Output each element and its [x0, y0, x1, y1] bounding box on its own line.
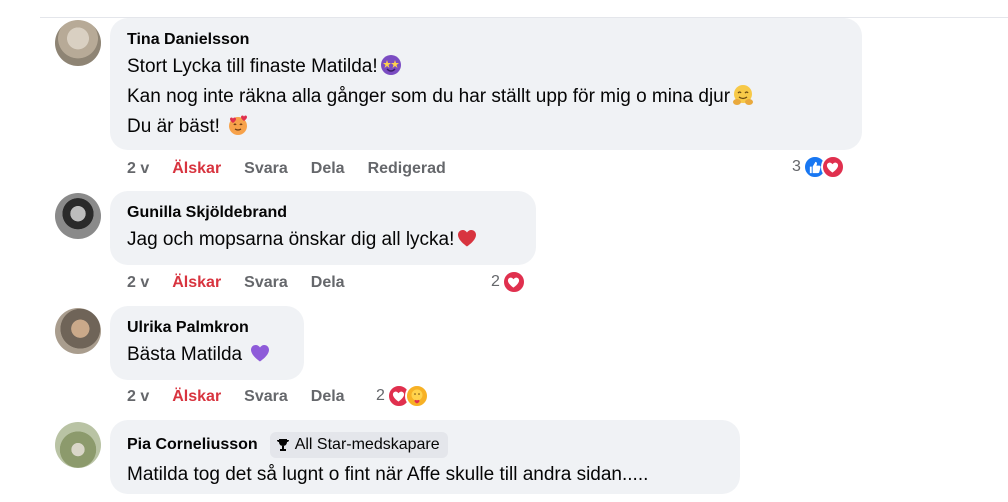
all-star-badge[interactable]: All Star-medskapare	[269, 432, 448, 458]
avatar[interactable]	[55, 193, 101, 239]
star-struck-emoji-icon	[380, 55, 401, 75]
avatar[interactable]	[55, 422, 101, 468]
love-button[interactable]: Älskar	[172, 274, 221, 292]
comment-text: Matilda tog det så lugnt o fint när Affe…	[127, 460, 722, 490]
badge-label: All Star-medskapare	[294, 436, 440, 453]
trophy-icon	[276, 439, 289, 451]
comment-text: Jag och mopsarna önskar dig all lycka!	[127, 225, 518, 255]
reaction-summary[interactable]: 2	[376, 383, 429, 409]
comment-author[interactable]: Tina Danielsson	[127, 30, 249, 50]
share-button[interactable]: Dela	[311, 160, 345, 178]
hugging-face-emoji-icon	[733, 85, 754, 105]
avatar[interactable]	[55, 20, 101, 66]
love-icon	[820, 155, 845, 179]
comment-bubble: Gunilla Skjöldebrand Jag och mopsarna ön…	[110, 191, 536, 265]
reaction-summary[interactable]: 2	[491, 269, 526, 295]
share-button[interactable]: Dela	[311, 388, 345, 406]
comment-bubble: Ulrika Palmkron Bästa Matilda	[110, 306, 304, 380]
love-icon	[501, 270, 526, 294]
timestamp-link[interactable]: 2 v	[127, 274, 149, 292]
timestamp-link[interactable]: 2 v	[127, 160, 149, 178]
reply-button[interactable]: Svara	[244, 160, 288, 178]
comment-line: Kan nog inte räkna alla gånger som du ha…	[127, 86, 731, 107]
comment-author[interactable]: Pia Corneliusson	[127, 435, 258, 455]
timestamp-link[interactable]: 2 v	[127, 388, 149, 406]
reaction-summary[interactable]: 3	[792, 154, 845, 180]
comment-actions: 2 v Älskar Svara Dela Redigerad	[127, 159, 469, 179]
reaction-count: 2	[491, 273, 500, 290]
comment-header: Pia Corneliusson All Star-medskapare	[127, 432, 722, 458]
purple-heart-emoji-icon	[251, 345, 270, 362]
comment-actions: 2 v Älskar Svara Dela	[127, 387, 368, 407]
comment-line: Jag och mopsarna önskar dig all lycka!	[127, 229, 455, 250]
love-button[interactable]: Älskar	[172, 388, 221, 406]
edited-label[interactable]: Redigerad	[368, 160, 446, 178]
love-button[interactable]: Älskar	[172, 160, 221, 178]
comment-text: Stort Lycka till finaste Matilda! Kan no…	[127, 52, 844, 142]
comment-actions: 2 v Älskar Svara Dela	[127, 273, 368, 293]
reaction-count: 2	[376, 387, 385, 404]
red-heart-emoji-icon	[458, 230, 477, 247]
comment-line: Stort Lycka till finaste Matilda!	[127, 56, 378, 77]
comment-bubble: Pia Corneliusson All Star-medskapare Mat…	[110, 420, 740, 494]
smiling-face-with-hearts-emoji-icon	[229, 115, 248, 135]
comment-line: Matilda tog det så lugnt o fint när Affe…	[127, 464, 649, 485]
avatar[interactable]	[55, 308, 101, 354]
comment-author[interactable]: Ulrika Palmkron	[127, 318, 249, 338]
comment-author[interactable]: Gunilla Skjöldebrand	[127, 203, 287, 223]
comment-bubble: Tina Danielsson Stort Lycka till finaste…	[110, 18, 862, 150]
reply-button[interactable]: Svara	[244, 274, 288, 292]
comment-line: Bästa Matilda	[127, 344, 248, 365]
reply-button[interactable]: Svara	[244, 388, 288, 406]
care-icon	[404, 384, 429, 408]
comment-text: Bästa Matilda	[127, 340, 286, 370]
reaction-count: 3	[792, 158, 801, 175]
comment-line: Du är bäst!	[127, 116, 226, 137]
share-button[interactable]: Dela	[311, 274, 345, 292]
